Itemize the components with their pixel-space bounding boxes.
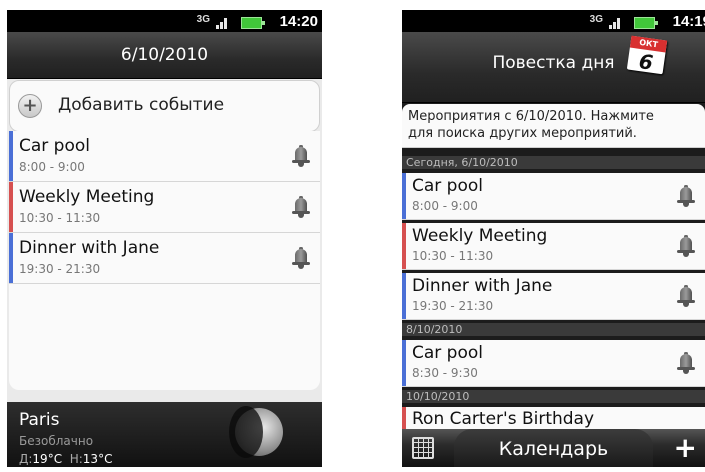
moon-icon — [229, 406, 283, 458]
status-bar: 3G 14:20 — [7, 10, 322, 32]
plus-icon: + — [18, 94, 42, 118]
event-color-bar — [9, 131, 13, 181]
bell-icon — [677, 285, 695, 307]
weather-city: Paris — [19, 410, 60, 430]
signal-icon — [609, 17, 623, 29]
weather-panel[interactable]: Paris Безоблачно Д:19°C Н:13°C — [7, 402, 322, 467]
event-title: Dinner with Jane — [19, 238, 160, 258]
weather-temps: Д:19°C Н:13°C — [19, 452, 113, 466]
event-color-bar — [402, 273, 406, 319]
event-title: Weekly Meeting — [412, 226, 548, 246]
left-phone-screen: 3G 14:20 6/10/2010 + Добавить событие Ca… — [7, 10, 322, 467]
event-item[interactable]: Dinner with Jane 19:30 - 21:30 — [9, 233, 320, 284]
section-header: 10/10/2010 — [402, 390, 705, 403]
section-header: 8/10/2010 — [402, 323, 705, 336]
calendar-tab[interactable]: Календарь — [454, 429, 653, 467]
agenda-title-text: Повестка дня — [492, 53, 615, 73]
event-item[interactable]: Weekly Meeting 10:30 - 11:30 — [9, 182, 320, 233]
event-time: 8:00 - 9:00 — [19, 160, 85, 174]
add-event-label: Добавить событие — [58, 95, 225, 115]
event-title: Car pool — [412, 176, 483, 196]
status-time: 14:19 — [672, 13, 705, 30]
network-indicator: 3G — [196, 14, 210, 25]
event-title: Ron Carter's Birthday — [412, 409, 595, 429]
bottom-tab-bar: Календарь + — [402, 429, 705, 467]
calendar-date-icon: ОКТ 6 — [625, 32, 669, 76]
status-time: 14:20 — [279, 13, 318, 30]
event-time: 8:00 - 9:00 — [412, 199, 478, 213]
bell-icon — [292, 247, 310, 269]
event-time: 10:30 - 11:30 — [412, 249, 494, 263]
network-indicator: 3G — [589, 14, 603, 25]
event-item[interactable]: Dinner with Jane 19:30 - 21:30 — [402, 273, 705, 320]
add-icon[interactable]: + — [674, 431, 697, 464]
event-color-bar — [402, 340, 406, 386]
event-time: 19:30 - 21:30 — [412, 299, 494, 313]
section-header: Сегодня, 6/10/2010 — [402, 156, 705, 169]
calendar-day: 6 — [637, 49, 655, 75]
event-title: Dinner with Jane — [412, 276, 553, 296]
search-hint[interactable]: Мероприятия с 6/10/2010. Нажмите для пои… — [402, 104, 705, 148]
event-item[interactable]: Car pool 8:30 - 9:30 — [402, 340, 705, 387]
event-title: Weekly Meeting — [19, 187, 155, 207]
event-time: 19:30 - 21:30 — [19, 262, 101, 276]
event-color-bar — [9, 233, 13, 283]
empty-day-area[interactable] — [9, 284, 320, 390]
right-phone-screen: 3G 14:19 Повестка дня ОКТ 6 Мероприятия … — [402, 10, 705, 467]
event-color-bar — [402, 223, 406, 269]
event-time: 10:30 - 11:30 — [19, 211, 101, 225]
search-hint-line-1: Мероприятия с 6/10/2010. Нажмите — [408, 109, 654, 124]
event-item[interactable]: Car pool 8:00 - 9:00 — [9, 131, 320, 182]
battery-icon — [634, 17, 658, 29]
bell-icon — [677, 235, 695, 257]
weather-condition: Безоблачно — [19, 434, 94, 448]
event-color-bar — [9, 182, 13, 232]
bell-icon — [292, 145, 310, 167]
battery-icon — [241, 17, 265, 29]
bell-icon — [292, 196, 310, 218]
signal-icon — [216, 17, 230, 29]
event-title: Car pool — [19, 136, 90, 156]
date-title: 6/10/2010 — [7, 32, 322, 79]
event-item[interactable]: Car pool 8:00 - 9:00 — [402, 173, 705, 220]
event-time: 8:30 - 9:30 — [412, 366, 478, 380]
bell-icon — [677, 352, 695, 374]
bell-icon — [677, 185, 695, 207]
search-hint-line-2: для поиска других мероприятий. — [408, 126, 637, 141]
add-event-button[interactable]: + Добавить событие — [9, 80, 320, 132]
event-item[interactable]: Weekly Meeting 10:30 - 11:30 — [402, 223, 705, 270]
event-title: Car pool — [412, 343, 483, 363]
status-bar: 3G 14:19 — [402, 10, 705, 32]
event-color-bar — [402, 173, 406, 219]
calendar-grid-icon[interactable] — [412, 437, 434, 459]
